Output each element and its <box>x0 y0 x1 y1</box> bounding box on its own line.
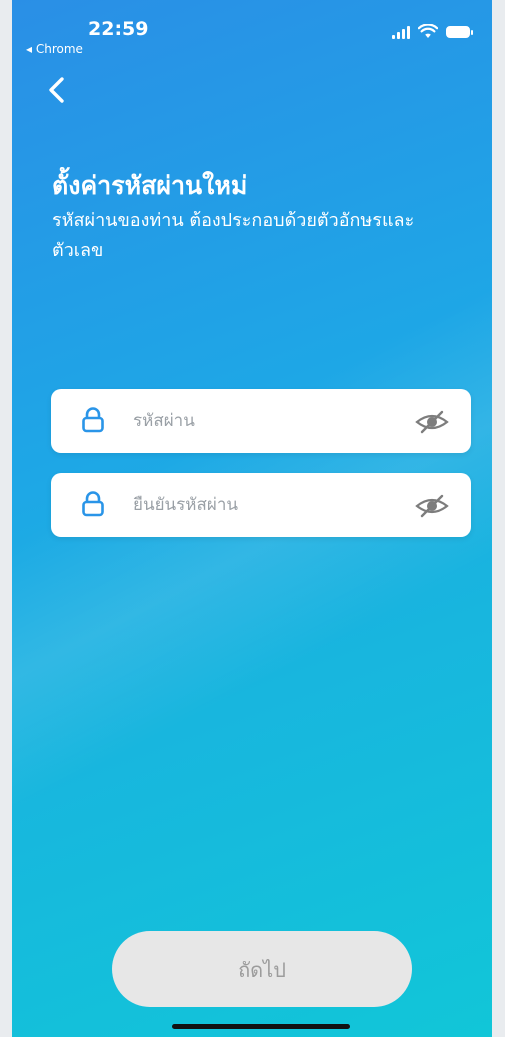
device-frame: 22:59 ◂ Chrome ตั้งค่ารหัสผ่านใหม่ รหัสผ… <box>0 0 505 1037</box>
next-button[interactable]: ถัดไป <box>112 931 412 1007</box>
confirm-password-field[interactable] <box>51 473 471 537</box>
background-sheen <box>12 255 492 825</box>
chevron-left-icon <box>49 77 64 103</box>
lock-icon <box>82 407 104 433</box>
status-back-to-app[interactable]: ◂ Chrome <box>26 42 83 56</box>
password-input[interactable] <box>133 403 393 439</box>
page-title: ตั้งค่ารหัสผ่านใหม่ <box>52 171 248 200</box>
eye-slash-icon[interactable] <box>415 493 449 519</box>
home-indicator <box>172 1024 350 1029</box>
page-subtitle: รหัสผ่านของท่าน ต้องประกอบด้วยตัวอักษรแล… <box>52 210 415 261</box>
status-icons <box>392 24 473 39</box>
lock-icon <box>82 491 104 517</box>
wifi-icon <box>418 24 438 38</box>
battery-icon <box>446 25 473 38</box>
confirm-password-input[interactable] <box>133 487 393 523</box>
password-field[interactable] <box>51 389 471 453</box>
back-button[interactable] <box>40 72 76 108</box>
screen: 22:59 ◂ Chrome ตั้งค่ารหัสผ่านใหม่ รหัสผ… <box>12 0 492 1037</box>
eye-slash-icon[interactable] <box>415 409 449 435</box>
cellular-signal-icon <box>392 25 410 39</box>
status-time: 22:59 <box>88 18 149 40</box>
